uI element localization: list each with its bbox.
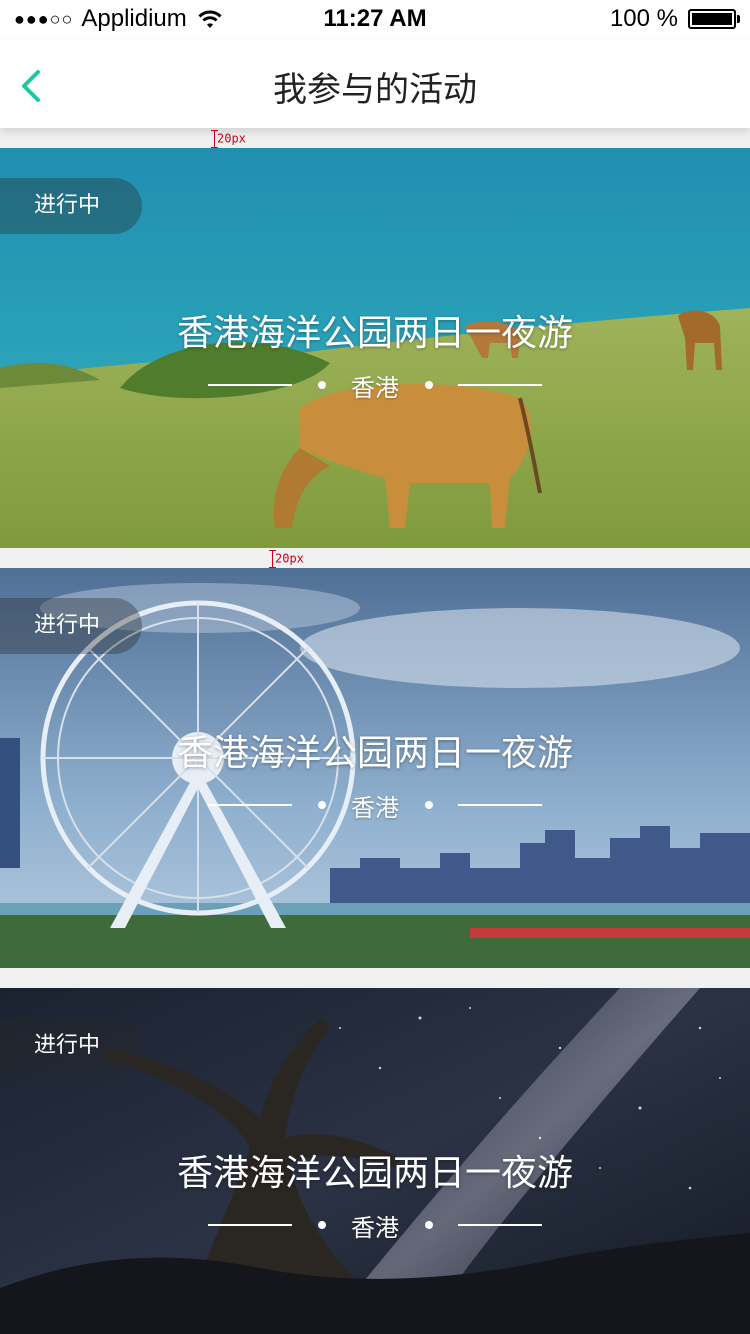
location-row: 香港 xyxy=(208,790,542,822)
activity-title: 香港海洋公园两日一夜游 xyxy=(176,733,573,774)
activity-card[interactable]: 进行中 香港海洋公园两日一夜游 香港 xyxy=(0,988,750,1334)
divider-line xyxy=(208,804,292,806)
battery-level-fill xyxy=(692,13,732,25)
battery-percent: 100 % xyxy=(609,5,678,32)
divider-line xyxy=(458,804,542,806)
spacing-label: 20px xyxy=(275,551,304,566)
spacing-annotation-1: 20px xyxy=(211,130,246,148)
location-row: 香港 xyxy=(208,1210,542,1242)
battery-icon xyxy=(688,9,740,29)
location-row: 香港 xyxy=(208,370,542,402)
activity-location: 香港 xyxy=(351,793,399,822)
page-title: 我参与的活动 xyxy=(273,70,477,110)
status-right: 100 % xyxy=(609,5,740,33)
activity-location: 香港 xyxy=(351,1213,399,1242)
activity-title: 香港海洋公园两日一夜游 xyxy=(176,1153,573,1194)
nav-bar: 我参与的活动 xyxy=(0,40,750,128)
spacing-marker-icon xyxy=(211,130,218,148)
divider-line xyxy=(458,384,542,386)
status-bar: ●●●○○ Applidium 11:27 AM 100 % xyxy=(0,0,750,40)
activity-card[interactable]: 进行中 香港海洋公园两日一夜游 香港 xyxy=(0,148,750,548)
dot-icon xyxy=(424,381,433,389)
dot-icon xyxy=(317,1221,326,1229)
status-badge: 进行中 xyxy=(0,1018,142,1074)
dot-icon xyxy=(424,1221,433,1229)
divider-line xyxy=(458,1224,542,1226)
spacing-label: 20px xyxy=(217,131,246,146)
status-badge: 进行中 xyxy=(0,178,142,234)
activity-location: 香港 xyxy=(351,373,399,402)
dot-icon xyxy=(424,801,433,809)
divider-line xyxy=(208,384,292,386)
divider-line xyxy=(208,1224,292,1226)
dot-icon xyxy=(317,801,326,809)
activity-title: 香港海洋公园两日一夜游 xyxy=(176,313,573,354)
spacing-annotation-2: 20px xyxy=(269,550,304,568)
activity-card[interactable]: 进行中 香港海洋公园两日一夜游 香港 xyxy=(0,568,750,968)
dot-icon xyxy=(317,381,326,389)
spacing-marker-icon xyxy=(269,550,276,568)
status-badge: 进行中 xyxy=(0,598,142,654)
